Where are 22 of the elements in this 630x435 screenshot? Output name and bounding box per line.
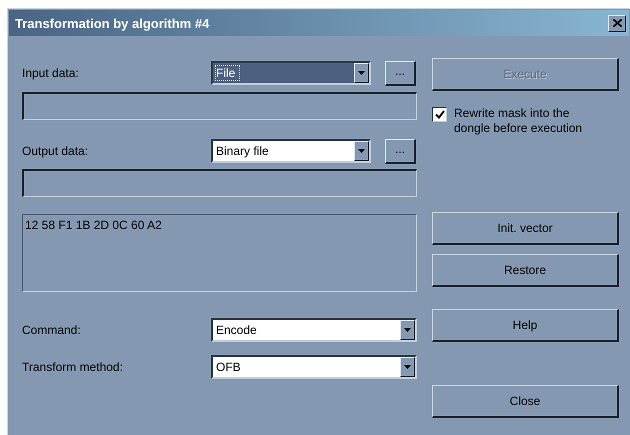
input-source-dropdown[interactable]: File (211, 61, 371, 85)
transform-method-label: Transform method: (22, 360, 124, 374)
command-label: Command: (22, 323, 82, 337)
transform-method-dropdown[interactable]: OFB (211, 355, 417, 379)
output-path-field[interactable] (22, 169, 417, 197)
restore-button[interactable]: Restore (432, 254, 619, 287)
init-vector-field[interactable]: 12 58 F1 1B 2D 0C 60 A2 (22, 214, 417, 292)
browse-button[interactable]: ... (385, 138, 416, 164)
rewrite-mask-checkbox[interactable] (432, 107, 447, 122)
close-button[interactable] (608, 14, 626, 32)
output-data-label: Output data: (22, 144, 90, 158)
init-vector-button[interactable]: Init. vector (432, 212, 619, 245)
input-path-field[interactable] (22, 92, 417, 120)
window-title: Transformation by algorithm #4 (15, 16, 210, 30)
rewrite-mask-label: Rewrite mask into the dongle before execution (454, 106, 584, 136)
help-button[interactable]: Help (432, 309, 619, 342)
input-data-label: Input data: (22, 66, 80, 80)
browse-button[interactable]: ... (385, 60, 416, 86)
command-dropdown[interactable]: Encode (211, 318, 417, 342)
close-dialog-button[interactable]: Close (432, 385, 619, 418)
close-icon (612, 19, 622, 27)
output-source-dropdown[interactable]: Binary file (211, 139, 371, 163)
